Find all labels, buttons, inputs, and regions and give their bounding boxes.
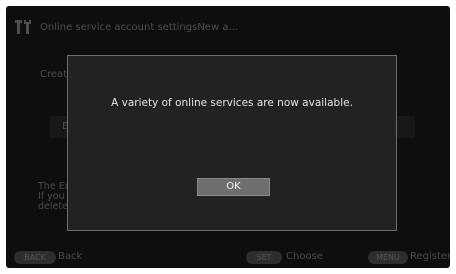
register-label: Register [410,251,450,262]
info-line: delete [38,201,68,212]
page-title: Online service account settingsNew a... [40,22,238,33]
dialog-message: A variety of online services are now ava… [111,97,353,109]
notice-dialog: A variety of online services are now ava… [67,55,397,231]
back-label: Back [58,251,83,262]
wrench-settings-icon [15,20,31,34]
info-text: The Er If you delete [38,182,69,212]
choose-label: Choose [286,251,323,262]
menu-button[interactable]: MENU [368,251,408,264]
settings-screen: Online service account settingsNew a... … [6,6,450,268]
set-button[interactable]: SET [246,251,282,264]
back-button[interactable]: BACK [14,251,56,264]
ok-button[interactable]: OK [197,178,270,196]
